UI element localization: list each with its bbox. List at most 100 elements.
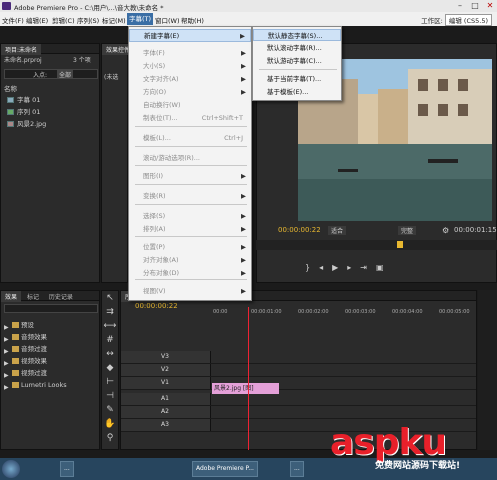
zoom-icon[interactable]: ⚲ xyxy=(102,431,118,445)
no-clip-label: (未选 xyxy=(104,74,119,81)
program-timecode[interactable]: 00:00:00:22 xyxy=(278,226,321,234)
workspace-switcher[interactable]: 工作区: 编辑 (CS5.5) xyxy=(421,14,492,26)
taskbar-item-premiere[interactable]: Adobe Premiere P... xyxy=(192,461,258,477)
quality-select[interactable]: 完整 xyxy=(398,226,417,235)
list-item[interactable]: 序列 01 xyxy=(1,106,101,118)
tab-history[interactable]: 历史记录 xyxy=(45,291,77,302)
workspace-label: 工作区: xyxy=(421,17,443,25)
program-scrubber[interactable] xyxy=(256,240,497,250)
track-header: V1 xyxy=(121,377,211,389)
track-row[interactable]: V1 xyxy=(121,377,476,390)
menu-item-label: 新建字幕(E) xyxy=(144,32,180,40)
title-bar: Adobe Premiere Pro - C:\用户\...\音大教\未命名 *… xyxy=(0,0,497,12)
tab-project[interactable]: 项目:未命名 xyxy=(1,44,42,55)
menu-marker[interactable]: 标记(M) xyxy=(102,15,126,25)
menu-shortcut: Ctrl+Shift+T xyxy=(201,114,243,122)
list-item[interactable]: ▶ 预设 xyxy=(1,319,101,331)
mark-in-icon[interactable]: } xyxy=(305,263,319,272)
project-item-list: 字幕 01 序列 01 风景2.jpg xyxy=(1,94,101,130)
track-select-icon[interactable]: ⇉ xyxy=(102,305,118,319)
menu-item: 图形(I) ▶ xyxy=(129,170,251,183)
submenu-arrow-icon: ▶ xyxy=(241,49,246,57)
menu-item-label: 视图(V) xyxy=(143,287,166,295)
rolling-edit-icon[interactable]: # xyxy=(102,333,118,347)
menu-shortcut: Ctrl+J xyxy=(224,134,243,142)
taskbar-item[interactable]: ... xyxy=(290,461,304,477)
pen-icon[interactable]: ✎ xyxy=(102,403,118,417)
track-row[interactable]: A1 xyxy=(121,393,476,406)
menu-item-label: 对齐对象(A) xyxy=(143,256,179,264)
ripple-edit-icon[interactable]: ⟷ xyxy=(102,319,118,333)
export-frame-icon[interactable]: ▣ xyxy=(376,263,393,272)
submenu-arrow-icon: ▶ xyxy=(241,172,246,180)
razor-icon[interactable]: ◆ xyxy=(102,361,118,375)
project-search-input[interactable]: 入点: 全部 xyxy=(4,69,98,79)
submenu-item[interactable]: 基于当前字幕(T)... xyxy=(253,73,341,85)
menu-item: 排列(A) ▶ xyxy=(129,223,251,236)
play-icon[interactable]: ▶ xyxy=(332,263,347,272)
playhead-marker[interactable] xyxy=(397,241,403,248)
submenu-item[interactable]: 默认静态字幕(S)... xyxy=(253,29,341,41)
menu-edit[interactable]: 编辑(E) xyxy=(26,15,48,25)
workspace-select[interactable]: 编辑 (CS5.5) xyxy=(444,14,492,26)
minimize-button[interactable]: – xyxy=(453,1,467,11)
menu-separator xyxy=(135,146,247,147)
submenu-item[interactable]: 基于模板(E)... xyxy=(253,86,341,98)
go-to-out-icon[interactable]: ⇥ xyxy=(360,263,376,272)
maximize-button[interactable]: □ xyxy=(468,1,482,11)
expand-arrow-icon[interactable]: ▶ xyxy=(4,382,9,394)
list-item[interactable]: 风景2.jpg xyxy=(1,118,101,130)
menu-separator xyxy=(259,69,337,70)
folder-icon xyxy=(12,334,19,340)
menu-item-label: 排列(A) xyxy=(143,225,166,233)
menu-item[interactable]: 新建字幕(E) ▶ xyxy=(129,29,251,42)
time-ruler[interactable]: 00:00 00:00:01:00 00:00:02:00 00:00:03:0… xyxy=(213,309,476,319)
list-item[interactable]: ▶ 视频效果 xyxy=(1,355,101,367)
menu-separator xyxy=(135,165,247,166)
tab-markers[interactable]: 标记 xyxy=(23,291,43,302)
submenu-item[interactable]: 默认滚动字幕(R)... xyxy=(253,42,341,54)
menu-sequence[interactable]: 序列(S) xyxy=(77,15,99,25)
list-item[interactable]: ▶ Lumetri Looks xyxy=(1,379,101,391)
menu-clip[interactable]: 剪辑(C) xyxy=(52,15,75,25)
list-item[interactable]: ▶ 音频效果 xyxy=(1,331,101,343)
track-row[interactable]: V2 xyxy=(121,364,476,377)
menu-item-label: 自动换行(W) xyxy=(143,101,181,109)
menu-bar: 文件(F) 编辑(E) 剪辑(C) 序列(S) 标记(M) 字幕(T) 窗口(W… xyxy=(0,12,497,26)
menu-item-label: 模板(L)... xyxy=(143,134,171,142)
effects-search-input[interactable] xyxy=(4,304,98,313)
menu-item: 方向(O) ▶ xyxy=(129,86,251,99)
tab-effects[interactable]: 效果 xyxy=(1,291,22,302)
slide-icon[interactable]: ⊣ xyxy=(102,389,118,403)
selection-tool-icon[interactable]: ↖ xyxy=(102,291,118,305)
list-item[interactable]: 字幕 01 xyxy=(1,94,101,106)
menu-help[interactable]: 帮助(H) xyxy=(181,15,204,25)
track-row[interactable]: A2 xyxy=(121,406,476,419)
step-forward-icon[interactable]: ▸ xyxy=(347,263,360,272)
hand-icon[interactable]: ✋ xyxy=(102,417,118,431)
in-point-select[interactable]: 全部 xyxy=(57,70,74,79)
close-button[interactable]: ✕ xyxy=(483,1,497,11)
rate-stretch-icon[interactable]: ↔ xyxy=(102,347,118,361)
menu-item: 变换(R) ▶ xyxy=(129,190,251,203)
track-row[interactable]: V3 xyxy=(121,351,476,364)
submenu-arrow-icon: ▶ xyxy=(241,75,246,83)
timeline-timecode[interactable]: 00:00:00:22 xyxy=(135,302,178,310)
timeline-clip[interactable]: 风景2.jpg [图] xyxy=(212,383,279,394)
name-column-header[interactable]: 名称 xyxy=(4,83,17,93)
menu-title[interactable]: 字幕(T) xyxy=(127,13,154,25)
step-back-icon[interactable]: ◂ xyxy=(319,263,332,272)
timeline-playhead[interactable] xyxy=(248,307,249,450)
list-item[interactable]: ▶ 音频过渡 xyxy=(1,343,101,355)
taskbar-item[interactable]: ... xyxy=(60,461,74,477)
menu-window[interactable]: 窗口(W) xyxy=(155,15,180,25)
slip-icon[interactable]: ⊢ xyxy=(102,375,118,389)
start-button[interactable] xyxy=(2,460,20,478)
list-item[interactable]: ▶ 视频过渡 xyxy=(1,367,101,379)
wrench-icon[interactable]: ⚙ xyxy=(442,226,449,235)
fit-select[interactable]: 适合 xyxy=(328,226,347,235)
menu-item: 制表位(T)... Ctrl+Shift+T xyxy=(129,112,251,125)
submenu-item[interactable]: 默认游动字幕(C)... xyxy=(253,55,341,67)
menu-file[interactable]: 文件(F) xyxy=(2,15,24,25)
menu-item-label: 选择(S) xyxy=(143,212,166,220)
